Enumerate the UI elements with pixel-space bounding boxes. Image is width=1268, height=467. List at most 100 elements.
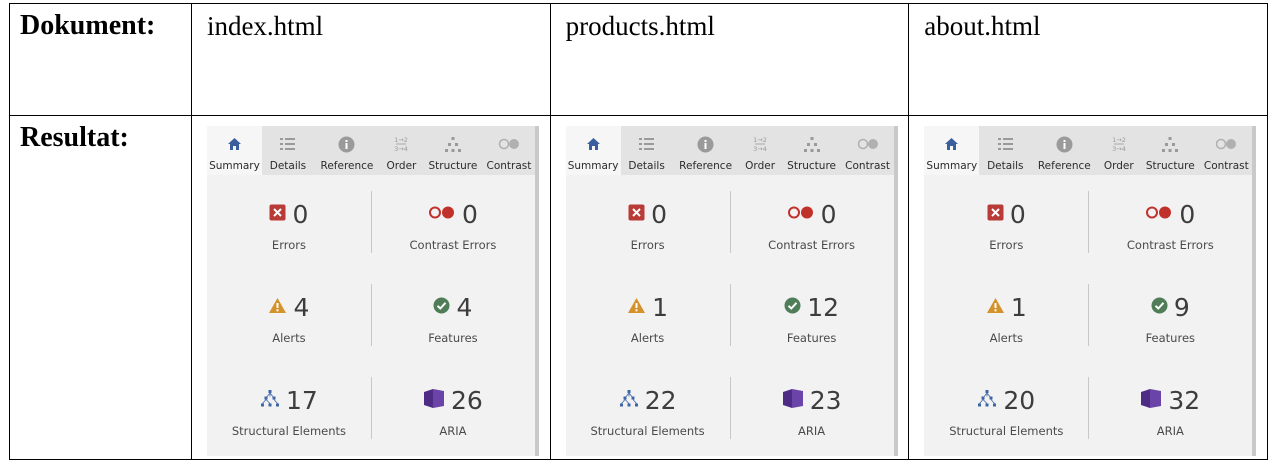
svg-text:1→2: 1→2 xyxy=(395,136,409,144)
structural-elements-metric: 22 Structural Elements xyxy=(566,361,730,454)
tab-bar: Summary Details Reference 1→2 3→4 Order Struct… xyxy=(565,126,894,175)
order-icon: 1→2 3→4 xyxy=(1110,130,1128,158)
tab-reference[interactable]: Reference xyxy=(314,126,380,175)
tab-structure[interactable]: Structure xyxy=(1140,126,1200,175)
metric-value: 32 xyxy=(1168,385,1201,415)
tab-structure[interactable]: Structure xyxy=(782,126,842,175)
document-table: Dokument: index.html products.html about… xyxy=(9,3,1268,460)
row-header-result: Resultat: xyxy=(9,115,192,460)
tab-contrast[interactable]: Contrast xyxy=(842,126,894,175)
summary-grid: 0 Errors 0 Contrast Errors 4 Alerts 4 Features 1… xyxy=(207,175,535,456)
tab-label: Summary xyxy=(567,160,619,172)
wave-summary-panel: Summary Details Reference 1→2 3→4 Order Struct… xyxy=(206,126,539,456)
tab-label: Order xyxy=(745,160,776,172)
error-icon xyxy=(269,204,286,225)
result-cell-0: Summary Details Reference 1→2 3→4 Order Struct… xyxy=(190,115,551,460)
divider xyxy=(370,284,372,346)
divider xyxy=(1088,191,1090,253)
alert-icon xyxy=(268,297,287,318)
metric-value: 0 xyxy=(461,199,478,229)
tab-label: Structure xyxy=(428,160,478,172)
tab-reference[interactable]: Reference xyxy=(673,126,739,175)
divider xyxy=(370,191,372,253)
tab-order[interactable]: 1→2 3→4 Order xyxy=(1097,126,1140,175)
hierarchy-icon xyxy=(803,130,821,158)
file-name: about.html xyxy=(924,11,1041,41)
list-icon xyxy=(638,130,655,158)
error-icon xyxy=(987,204,1004,225)
tab-order[interactable]: 1→2 3→4 Order xyxy=(739,126,782,175)
info-icon xyxy=(1056,130,1073,158)
metric-value: 0 xyxy=(820,199,837,229)
tab-label: Summary xyxy=(926,160,978,172)
row-header-document: Dokument: xyxy=(9,3,192,116)
document-label: Dokument: xyxy=(20,10,156,41)
tab-contrast[interactable]: Contrast xyxy=(483,126,535,175)
wave-summary-panel: Summary Details Reference 1→2 3→4 Order Struct… xyxy=(565,126,898,456)
tab-details[interactable]: Details xyxy=(621,126,673,175)
tab-label: Details xyxy=(987,160,1024,172)
aria-metric: 32 ARIA xyxy=(1088,361,1252,454)
contrast-errors-metric: 0 Contrast Errors xyxy=(1088,175,1252,268)
structural-elements-metric: 20 Structural Elements xyxy=(924,361,1088,454)
tab-label: Contrast xyxy=(845,160,891,172)
tab-structure[interactable]: Structure xyxy=(423,126,483,175)
contrast-icon xyxy=(787,205,815,224)
tab-label: Order xyxy=(386,160,417,172)
metric-label: Contrast Errors xyxy=(1126,238,1214,252)
result-cell-1: Summary Details Reference 1→2 3→4 Order Struct… xyxy=(549,115,910,460)
metric-value: 20 xyxy=(1003,385,1036,415)
tab-contrast[interactable]: Contrast xyxy=(1200,126,1252,175)
doc-cell-1: products.html xyxy=(549,3,910,116)
tab-bar: Summary Details Reference 1→2 3→4 Order Struct… xyxy=(924,126,1253,175)
tab-reference[interactable]: Reference xyxy=(1031,126,1097,175)
tab-summary[interactable]: Summary xyxy=(565,126,621,175)
aria-icon xyxy=(1140,388,1162,413)
metric-label: Contrast Errors xyxy=(768,238,855,252)
svg-text:1→2: 1→2 xyxy=(753,136,767,144)
check-icon xyxy=(1151,297,1168,318)
metric-label: Structural Elements xyxy=(949,424,1064,438)
features-metric: 9 Features xyxy=(1088,268,1252,361)
metric-label: Alerts xyxy=(630,331,665,345)
metric-label: Alerts xyxy=(272,331,306,345)
tab-label: Contrast xyxy=(1203,160,1249,172)
tab-label: Contrast xyxy=(486,160,532,172)
check-icon xyxy=(433,297,450,318)
info-icon xyxy=(697,130,714,158)
features-metric: 12 Features xyxy=(730,268,894,361)
summary-grid: 0 Errors 0 Contrast Errors 1 Alerts 9 Features 2… xyxy=(924,175,1252,456)
tab-label: Details xyxy=(628,160,665,172)
tab-details[interactable]: Details xyxy=(262,126,314,175)
metric-value: 17 xyxy=(286,385,318,415)
metric-value: 0 xyxy=(292,199,309,229)
contrast-icon xyxy=(428,205,456,224)
contrast-icon xyxy=(1215,130,1237,158)
metric-label: Alerts xyxy=(989,331,1023,345)
metric-label: Structural Elements xyxy=(231,424,347,438)
metric-value: 26 xyxy=(451,385,483,415)
summary-grid: 0 Errors 0 Contrast Errors 1 Alerts 12 Features… xyxy=(566,175,894,456)
tab-details[interactable]: Details xyxy=(979,126,1031,175)
hierarchy-icon xyxy=(619,389,639,412)
contrast-errors-metric: 0 Contrast Errors xyxy=(730,175,894,268)
check-icon xyxy=(784,297,801,318)
divider xyxy=(370,377,372,439)
metric-label: ARIA xyxy=(798,424,826,438)
divider xyxy=(1088,284,1090,346)
metric-label: Structural Elements xyxy=(590,424,705,438)
divider xyxy=(729,284,731,346)
svg-text:3→4: 3→4 xyxy=(753,145,767,153)
tab-label: Structure xyxy=(1145,160,1195,172)
tab-summary[interactable]: Summary xyxy=(924,126,980,175)
contrast-icon xyxy=(857,130,879,158)
list-icon xyxy=(997,130,1014,158)
hierarchy-icon xyxy=(444,130,462,158)
wave-summary-panel: Summary Details Reference 1→2 3→4 Order Struct… xyxy=(924,126,1257,456)
alerts-metric: 1 Alerts xyxy=(924,268,1088,361)
tab-summary[interactable]: Summary xyxy=(206,126,262,175)
tab-order[interactable]: 1→2 3→4 Order xyxy=(380,126,423,175)
divider xyxy=(729,191,731,253)
metric-label: Features xyxy=(786,331,837,345)
metric-value: 23 xyxy=(809,385,842,415)
